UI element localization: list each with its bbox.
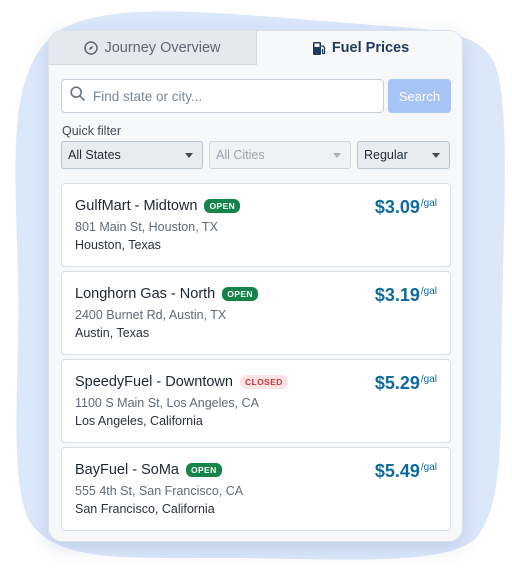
station-card[interactable]: GulfMart - Midtown OPEN 801 Main St, Hou… [61,183,451,267]
station-city: Houston, Texas [75,238,161,252]
tab-label: Fuel Prices [331,40,410,56]
fuel-pump-icon [312,41,326,56]
tab-journey-overview[interactable]: Journey Overview [49,31,257,65]
station-price: $5.49 /gal [375,461,437,482]
station-card[interactable]: SpeedyFuel - Downtown CLOSED 1100 S Main… [61,359,451,443]
price-unit: /gal [420,286,437,297]
station-card[interactable]: Longhorn Gas - North OPEN 2400 Burnet Rd… [61,271,451,355]
search-button[interactable]: Search [388,79,451,113]
search-field[interactable] [61,79,384,113]
status-badge: OPEN [222,287,258,301]
station-name: SpeedyFuel - Downtown [75,374,233,390]
price-amount: $5.49 [374,461,420,481]
chevron-down-icon [333,153,341,158]
status-badge: CLOSED [239,375,288,389]
station-title: SpeedyFuel - Downtown CLOSED [75,374,288,390]
fuel-type-select[interactable]: Regular [357,141,450,169]
station-title: BayFuel - SoMa OPEN [75,462,222,478]
station-price: $3.09 /gal [375,197,437,218]
compass-icon [84,40,99,55]
chevron-down-icon [432,153,440,158]
status-badge: OPEN [185,463,222,477]
station-name: BayFuel - SoMa [75,462,179,478]
search-input[interactable] [93,88,363,104]
state-select[interactable]: All States [61,141,203,169]
search-icon [70,86,85,106]
tab-fuel-prices[interactable]: Fuel Prices [257,31,462,65]
status-badge: OPEN [204,199,241,213]
station-price: $3.19 /gal [375,285,437,306]
price-amount: $5.29 [374,373,420,393]
city-select-value: All Cities [216,148,265,162]
city-select: All Cities [209,141,351,169]
price-amount: $3.19 [374,285,420,305]
price-amount: $3.09 [374,197,420,217]
station-name: Longhorn Gas - North [75,286,216,302]
station-address: 2400 Burnet Rd, Austin, TX [75,308,227,322]
quick-filter-label: Quick filter [62,124,122,138]
search-row: Search [61,79,451,113]
tab-bar: Journey Overview Fuel Prices [49,31,462,65]
station-address: 1100 S Main St, Los Angeles, CA [75,396,259,410]
station-title: GulfMart - Midtown OPEN [75,198,241,214]
chevron-down-icon [185,153,193,158]
station-title: Longhorn Gas - North OPEN [75,286,258,302]
station-city: Los Angeles, California [75,414,203,428]
price-unit: /gal [420,374,437,385]
station-city: San Francisco, California [75,502,215,516]
station-city: Austin, Texas [75,326,150,340]
station-card[interactable]: BayFuel - SoMa OPEN 555 4th St, San Fran… [61,447,451,531]
tab-label: Journey Overview [104,39,221,56]
price-unit: /gal [420,198,437,209]
station-address: 555 4th St, San Francisco, CA [75,484,244,498]
fuel-panel: Journey Overview Fuel Prices Sea [48,30,463,542]
state-select-value: All States [68,148,121,162]
fuel-type-select-value: Regular [364,148,408,162]
filter-row: All States All Cities Regular [61,141,451,169]
station-name: GulfMart - Midtown [75,198,198,214]
price-unit: /gal [420,462,437,473]
station-address: 801 Main St, Houston, TX [75,220,218,234]
station-price: $5.29 /gal [375,373,437,394]
